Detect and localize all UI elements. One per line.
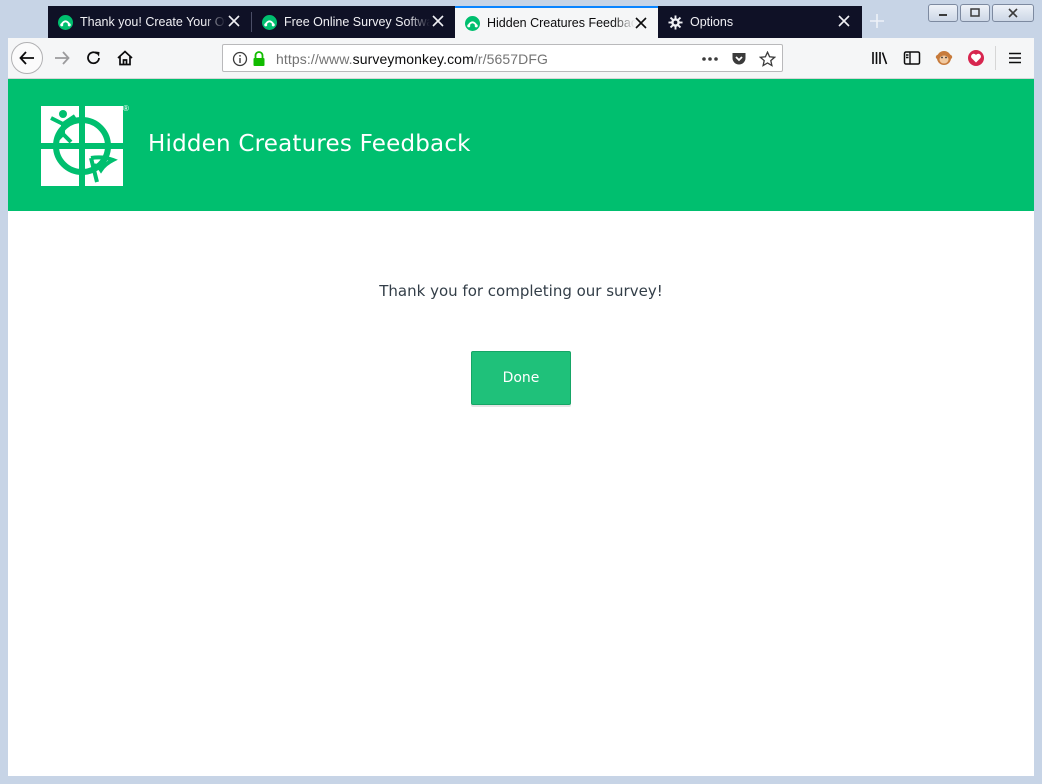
url-scheme: https://www. <box>276 51 353 67</box>
hamburger-menu-icon <box>1009 52 1021 64</box>
back-button[interactable] <box>11 42 43 74</box>
sidebar-button[interactable] <box>902 48 922 68</box>
url-bar[interactable]: https://www.surveymonkey.com/r/5657DFG <box>222 44 783 72</box>
forward-button[interactable] <box>50 46 74 70</box>
pocket-icon[interactable] <box>731 51 747 67</box>
library-icon <box>872 52 888 65</box>
info-icon[interactable] <box>232 51 248 67</box>
navigation-toolbar: https://www.surveymonkey.com/r/5657DFG <box>8 38 1034 79</box>
bookmark-star-icon[interactable] <box>759 51 776 67</box>
tab-title: Free Online Survey Software and Question… <box>284 15 430 29</box>
tab-free-online-survey[interactable]: Free Online Survey Software and Question… <box>252 6 455 38</box>
home-button[interactable] <box>113 46 137 70</box>
url-path: /r/5657DFG <box>473 51 548 67</box>
tab-thank-you[interactable]: Thank you! Create Your Own Online Survey <box>48 6 251 38</box>
toolbar-separator <box>995 46 996 70</box>
surveymonkey-icon <box>465 15 480 31</box>
back-arrow-icon <box>19 51 34 65</box>
survey-title: Hidden Creatures Feedback <box>148 131 471 157</box>
new-tab-icon[interactable] <box>868 12 886 30</box>
extension-button[interactable] <box>934 48 954 68</box>
window-controls <box>928 4 1034 22</box>
geocaching-logo-icon <box>41 106 123 186</box>
monkey-extension-icon <box>935 51 953 65</box>
close-icon <box>1008 8 1018 18</box>
surveymonkey-icon <box>262 14 277 30</box>
tab-title: Thank you! Create Your Own Online Survey <box>80 15 226 29</box>
library-button[interactable] <box>870 48 890 68</box>
forward-arrow-icon <box>55 51 70 65</box>
close-icon[interactable] <box>634 16 648 30</box>
tab-title: Options <box>690 15 734 29</box>
lock-icon[interactable] <box>252 51 266 67</box>
heart-extension-icon <box>968 50 984 66</box>
minimize-icon <box>939 14 947 16</box>
close-icon[interactable] <box>431 14 445 28</box>
close-icon[interactable] <box>837 14 851 28</box>
menu-button[interactable] <box>1005 48 1025 68</box>
completion-message: Thank you for completing our survey! <box>379 282 663 300</box>
minimize-button[interactable] <box>928 4 958 22</box>
page-content: ® Hidden Creatures Feedback Thank you fo… <box>8 79 1034 776</box>
done-button[interactable]: Done <box>471 351 571 405</box>
registered-mark: ® <box>123 104 129 113</box>
survey-header-banner: ® Hidden Creatures Feedback <box>8 79 1034 211</box>
tab-hidden-creatures-feedback[interactable]: Hidden Creatures Feedback <box>455 6 658 38</box>
gear-icon <box>668 14 683 30</box>
reload-icon <box>87 51 100 65</box>
maximize-icon <box>970 8 980 17</box>
reload-button[interactable] <box>82 46 106 70</box>
page-actions-icon[interactable] <box>701 56 719 62</box>
url-text[interactable]: https://www.surveymonkey.com/r/5657DFG <box>276 51 548 67</box>
maximize-button[interactable] <box>960 4 990 22</box>
surveymonkey-icon <box>58 14 73 30</box>
browser-window: Thank you! Create Your Own Online Survey… <box>0 0 1042 784</box>
tab-title: Hidden Creatures Feedback <box>487 16 635 30</box>
close-icon[interactable] <box>227 14 241 28</box>
sidebar-icon <box>903 51 921 65</box>
pocket-extension-button[interactable] <box>966 48 986 68</box>
url-host: surveymonkey.com <box>352 51 474 67</box>
home-icon <box>117 50 133 66</box>
window-close-button[interactable] <box>992 4 1034 22</box>
tab-options[interactable]: Options <box>658 6 861 38</box>
